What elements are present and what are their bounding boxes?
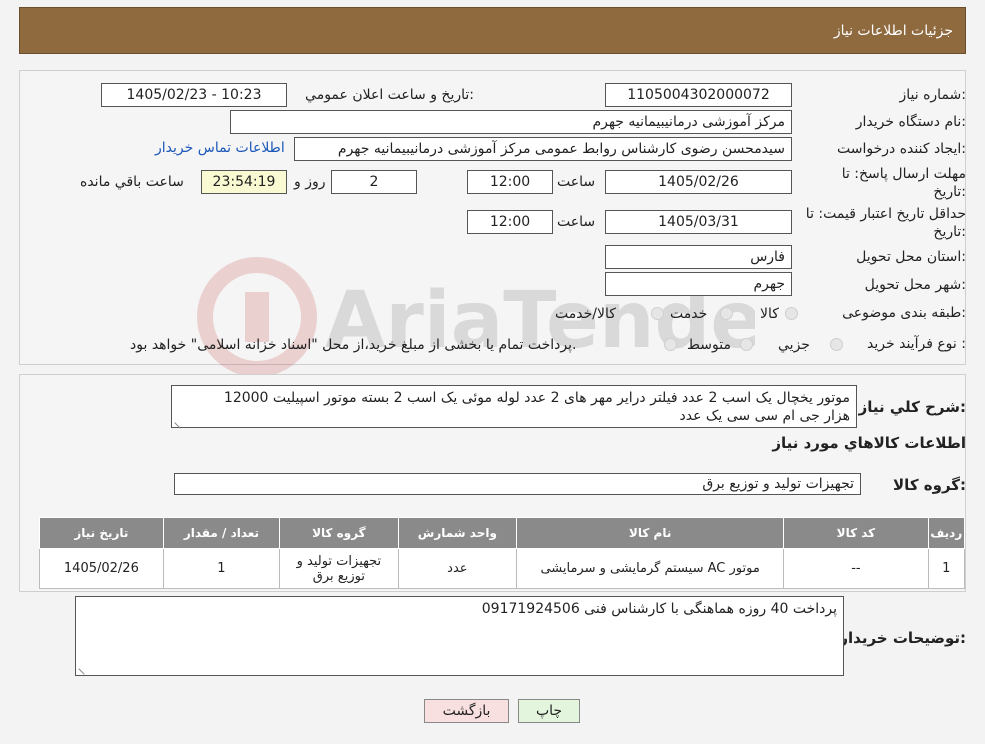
buyer-contact-link[interactable]: اطلاعات تماس خریدار (155, 140, 285, 156)
announce-datetime-field: 1405/02/23 - 10:23 (101, 83, 287, 107)
buyer-notes-label: توضیحات خریدار: (839, 629, 966, 647)
description-label: شرح کلي نياز: (858, 398, 966, 416)
col-unit: واحد شمارش (397, 517, 518, 549)
buyer-notes-text: پرداخت 40 روزه هماهنگی با کارشناس فنی 09… (481, 601, 837, 617)
print-button[interactable]: چاپ (518, 699, 580, 723)
page-header: جزئیات اطلاعات نیاز (19, 7, 966, 54)
cell-name: موتور AC سیستم گرمایشی و سرمایشی (516, 548, 785, 589)
description-line-2: هزار جی ام سی سی یک عدد (679, 408, 850, 424)
process-minor-label: جزیي (778, 337, 810, 353)
need-number-field: 1105004302000072 (605, 83, 792, 107)
deadline-label-date: تاریخ: (933, 184, 966, 200)
cell-quantity: 1 (162, 548, 281, 589)
back-button[interactable]: بازگشت (424, 699, 509, 723)
col-name: نام کالا (516, 517, 785, 549)
cell-code: -- (783, 548, 929, 589)
creator-label: ایجاد کننده درخواست: (837, 141, 966, 157)
deadline-date-field: 1405/02/26 (605, 170, 792, 194)
validity-date-field: 1405/03/31 (605, 210, 792, 234)
remaining-time-field: 23:54:19 (201, 170, 287, 194)
process-medium-label: متوسط (687, 337, 731, 353)
days-label: روز و (294, 174, 326, 190)
city-label: شهر محل تحویل: (864, 277, 966, 293)
need-number-label: شماره نیاز: (899, 87, 966, 103)
announce-label: تاریخ و ساعت اعلان عمومي: (305, 87, 474, 103)
buyer-org-field: مرکز آموزشی درمانیبیمانیه جهرم (230, 110, 792, 134)
province-field: فارس (605, 245, 792, 269)
category-service-radio[interactable] (720, 307, 733, 320)
process-label: نوع فرآیند خرید : (867, 336, 966, 352)
days-field: 2 (331, 170, 417, 194)
buyer-org-label: نام دستگاه خريدار: (855, 114, 966, 130)
treasury-checkbox[interactable] (664, 338, 677, 351)
deadline-time-label: ساعت (557, 174, 596, 190)
deadline-label: مهلت ارسال پاسخ: تا (841, 166, 966, 182)
validity-time-label: ساعت (557, 214, 596, 230)
remaining-label: ساعت باقي مانده (80, 174, 184, 190)
goods-group-field: تجهیزات تولید و توزیع برق (174, 473, 861, 495)
process-medium-radio[interactable] (740, 338, 753, 351)
col-code: کد کالا (783, 517, 929, 549)
cell-group: تجهیزات تولید و توزیع برق (279, 548, 399, 589)
city-field: جهرم (605, 272, 792, 296)
goods-table: رديف کد کالا نام کالا واحد شمارش گروه کا… (39, 517, 966, 589)
validity-label: حداقل تاریخ اعتبار قیمت: تا (805, 206, 966, 222)
buyer-notes-textarea[interactable]: پرداخت 40 روزه هماهنگی با کارشناس فنی 09… (75, 596, 844, 676)
category-goods-label: کالا (760, 306, 779, 322)
page-title: جزئیات اطلاعات نیاز (833, 23, 953, 39)
col-row: رديف (927, 517, 966, 549)
deadline-time-field: 12:00 (467, 170, 553, 194)
description-line-1: موتور یخچال یک اسب 2 عدد فیلتر درایر مهر… (223, 390, 850, 406)
category-label: طبقه بندی موضوعی: (842, 305, 966, 321)
table-row: 1 -- موتور AC سیستم گرمایشی و سرمایشی عد… (39, 548, 966, 589)
creator-field: سیدمحسن رضوی کارشناس روابط عمومی مرکز آم… (294, 137, 792, 161)
col-quantity: تعداد / مقدار (162, 517, 281, 549)
goods-section-title: اطلاعات کالاهاي مورد نياز (772, 434, 966, 452)
validity-label-date: تاریخ: (933, 224, 966, 240)
goods-table-header: رديف کد کالا نام کالا واحد شمارش گروه کا… (39, 517, 966, 549)
goods-group-label: گروه کالا: (893, 476, 966, 494)
province-label: استان محل تحویل: (856, 249, 966, 265)
category-goods-service-radio[interactable] (651, 307, 664, 320)
validity-time-field: 12:00 (467, 210, 553, 234)
process-minor-radio[interactable] (830, 338, 843, 351)
cell-row: 1 (927, 548, 966, 589)
description-textarea[interactable]: موتور یخچال یک اسب 2 عدد فیلتر درایر مهر… (171, 385, 857, 428)
category-service-label: خدمت (670, 306, 708, 322)
cell-unit: عدد (397, 548, 518, 589)
treasury-note: پرداخت تمام یا بخشی از مبلغ خرید،از محل … (130, 337, 577, 353)
category-goods-service-label: کالا/خدمت (555, 306, 616, 322)
cell-date: 1405/02/26 (39, 548, 164, 589)
category-goods-radio[interactable] (785, 307, 798, 320)
col-date: تاریخ نیاز (39, 517, 164, 549)
col-group: گروه کالا (279, 517, 399, 549)
